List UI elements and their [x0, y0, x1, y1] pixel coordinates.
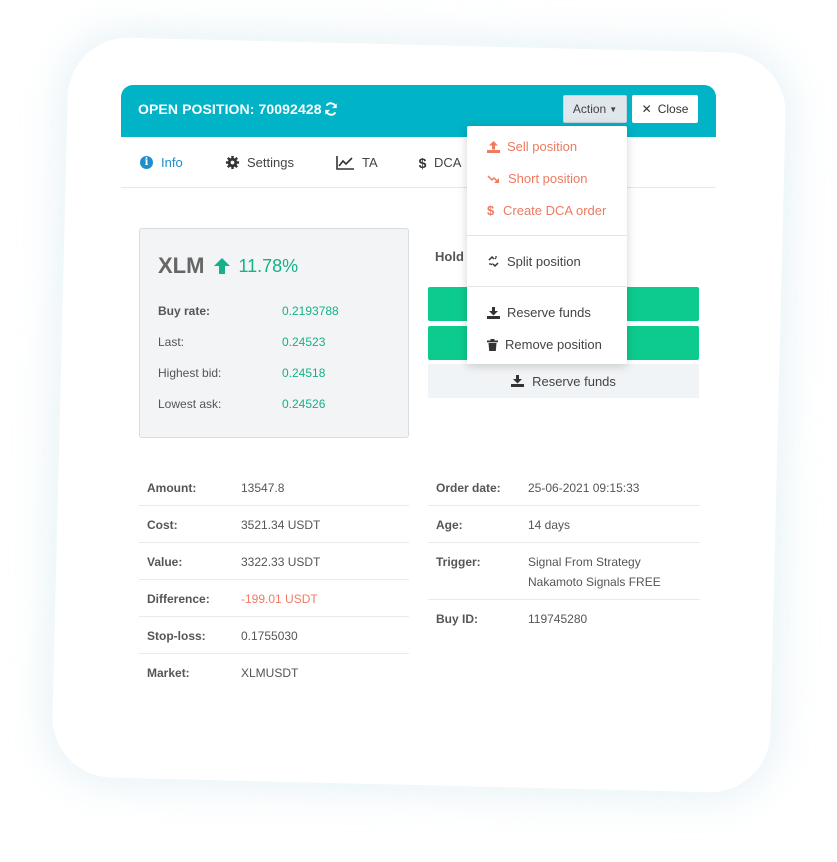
refresh-icon[interactable] — [324, 102, 338, 116]
divider — [139, 653, 409, 654]
menu-divider — [467, 235, 627, 236]
dollar-icon: $ — [418, 154, 427, 171]
tab-label: Info — [161, 155, 183, 170]
menu-divider — [467, 286, 627, 287]
detail-label: Buy ID: — [436, 612, 478, 626]
menu-item-short-position[interactable]: Short position — [487, 171, 588, 186]
rate-row: Lowest ask: 0.24526 — [158, 397, 325, 411]
gear-icon — [225, 155, 240, 170]
close-button-label: Close — [657, 102, 689, 116]
divider — [139, 505, 409, 506]
menu-item-remove-position[interactable]: Remove position — [487, 337, 602, 352]
modal-title: OPEN POSITION: 70092428 — [138, 101, 322, 117]
menu-item-reserve-funds[interactable]: Reserve funds — [487, 305, 591, 320]
rate-value: 0.24526 — [282, 397, 326, 411]
detail-label: Amount: — [147, 481, 197, 495]
divider — [428, 542, 700, 543]
menu-item-sell-position[interactable]: Sell position — [487, 139, 577, 154]
rate-row: Last: 0.24523 — [158, 335, 325, 349]
rate-value: 0.2193788 — [282, 304, 339, 318]
caret-down-icon: ▼ — [609, 104, 618, 114]
detail-value: 25-06-2021 09:15:33 — [528, 481, 640, 495]
divider — [139, 616, 409, 617]
tab-dca[interactable]: $ DCA — [418, 154, 462, 171]
divider — [428, 505, 700, 506]
detail-label: Stop-loss: — [147, 629, 206, 643]
menu-item-create-dca-order[interactable]: $ Create DCA order — [487, 203, 606, 218]
tab-label: DCA — [434, 155, 462, 170]
tab-label: TA — [362, 155, 378, 170]
detail-value: XLMUSDT — [241, 666, 299, 680]
reserve-funds-label: Reserve funds — [532, 373, 616, 389]
detail-label: Cost: — [147, 518, 178, 532]
detail-value: 3521.34 USDT — [241, 518, 321, 532]
detail-label: Order date: — [436, 481, 501, 495]
menu-item-label: Short position — [508, 171, 588, 186]
split-icon — [488, 255, 499, 268]
trash-icon — [487, 338, 498, 351]
detail-value: Nakamoto Signals FREE — [528, 575, 661, 589]
rate-row: Buy rate: 0.2193788 — [158, 304, 339, 318]
detail-value: 14 days — [528, 518, 571, 532]
detail-label: Trigger: — [436, 555, 481, 569]
rate-row: Highest bid: 0.24518 — [158, 366, 325, 380]
close-icon: ✕ — [641, 102, 652, 116]
menu-item-label: Reserve funds — [507, 305, 591, 320]
divider — [139, 579, 409, 580]
rate-label: Highest bid: — [158, 366, 222, 380]
menu-item-label: Remove position — [505, 337, 602, 352]
detail-label: Value: — [147, 555, 183, 569]
rate-label: Last: — [158, 335, 185, 349]
open-position-modal: OPEN POSITION: 70092428 Action ▼ ✕ Close… — [121, 85, 716, 705]
hold-label: Hold — [435, 249, 464, 264]
detail-value: 119745280 — [528, 612, 588, 626]
menu-item-label: Sell position — [507, 139, 578, 154]
upload-icon — [487, 140, 500, 153]
trend-down-icon — [487, 174, 499, 183]
detail-label: Market: — [147, 666, 190, 680]
rate-label: Lowest ask: — [158, 397, 222, 411]
rate-label: Buy rate: — [158, 304, 211, 318]
arrow-up-icon — [214, 258, 231, 274]
close-button[interactable]: ✕ Close — [632, 95, 698, 123]
detail-value: 13547.8 — [241, 481, 285, 495]
rate-value: 0.24523 — [282, 335, 326, 349]
menu-item-split-position[interactable]: Split position — [487, 254, 581, 269]
tab-info[interactable]: i Info — [139, 155, 183, 170]
coin-change: 11.78% — [238, 255, 299, 276]
detail-value: 3322.33 USDT — [241, 555, 321, 569]
download-icon — [511, 375, 525, 387]
download-icon — [487, 306, 500, 319]
detail-label: Difference: — [147, 592, 210, 606]
detail-value: 0.1755030 — [241, 629, 298, 643]
menu-item-label: Split position — [507, 254, 581, 269]
detail-label: Age: — [436, 518, 463, 532]
menu-item-label: Create DCA order — [503, 203, 607, 218]
tab-ta[interactable]: TA — [336, 155, 378, 170]
divider — [428, 599, 700, 600]
detail-value: -199.01 USDT — [241, 592, 318, 606]
coin-summary: XLM 11.78% Buy rate: 0.2193788 Last: 0.2… — [139, 228, 409, 438]
coin-symbol: XLM — [158, 253, 205, 278]
line-chart-icon — [336, 156, 354, 170]
action-button[interactable]: Action ▼ — [563, 95, 627, 123]
tab-label: Settings — [247, 155, 294, 170]
rate-value: 0.24518 — [282, 366, 326, 380]
info-icon: i — [139, 155, 154, 170]
detail-value: Signal From Strategy — [528, 555, 641, 569]
reserve-funds-button[interactable]: Reserve funds — [428, 364, 699, 398]
divider — [139, 542, 409, 543]
tab-settings[interactable]: Settings — [225, 155, 294, 170]
dollar-icon: $ — [487, 203, 495, 218]
action-dropdown-menu: Sell position Short position $ Create DC… — [467, 126, 627, 364]
action-button-label: Action — [572, 102, 607, 116]
